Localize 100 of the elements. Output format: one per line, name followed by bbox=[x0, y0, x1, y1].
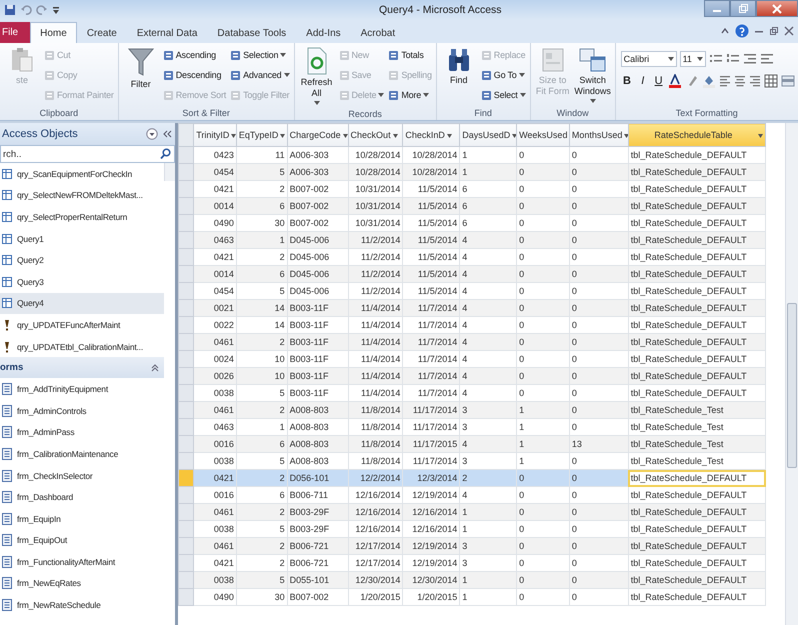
form-item[interactable]: frm_CheckInSelector bbox=[0, 464, 164, 486]
ribbon-button[interactable]: Go To bbox=[480, 66, 527, 84]
form-item[interactable]: frm_Dashboard bbox=[0, 486, 164, 508]
column-header[interactable]: ChargeCode bbox=[287, 124, 348, 146]
undo-icon[interactable] bbox=[20, 4, 32, 16]
row-selector[interactable] bbox=[178, 214, 194, 232]
query-item[interactable]: Query1 bbox=[0, 228, 164, 250]
gridlines-icon[interactable] bbox=[764, 74, 778, 88]
row-selector[interactable] bbox=[178, 248, 194, 266]
row-color-icon[interactable] bbox=[780, 74, 795, 88]
format-button[interactable]: U bbox=[652, 73, 665, 89]
minimize-ribbon-icon[interactable] bbox=[720, 26, 730, 36]
column-header[interactable]: MonthsUsed bbox=[569, 124, 628, 146]
ribbon-tab[interactable]: Home bbox=[30, 22, 77, 43]
row-selector[interactable] bbox=[178, 198, 194, 214]
row-selector[interactable] bbox=[178, 368, 194, 384]
row-selector[interactable] bbox=[178, 180, 194, 198]
row-selector[interactable] bbox=[178, 350, 194, 368]
save-icon[interactable] bbox=[4, 4, 16, 16]
column-header[interactable]: EqTypeID bbox=[236, 124, 288, 146]
ribbon-button[interactable]: Filter bbox=[122, 45, 160, 106]
section-header[interactable]: orms bbox=[0, 357, 164, 378]
ribbon-button[interactable]: Select bbox=[480, 86, 527, 104]
row-selector[interactable] bbox=[178, 452, 194, 470]
format-button[interactable]: B bbox=[620, 73, 634, 89]
ribbon-button[interactable]: More bbox=[387, 86, 433, 104]
row-selector[interactable] bbox=[178, 554, 194, 572]
row-selector[interactable] bbox=[178, 402, 194, 418]
customize-icon[interactable] bbox=[52, 4, 60, 16]
outdent-icon[interactable] bbox=[760, 53, 774, 65]
row-selector[interactable] bbox=[178, 538, 194, 554]
row-selector[interactable] bbox=[178, 232, 194, 248]
row-selector[interactable] bbox=[178, 588, 194, 606]
row-selector[interactable] bbox=[178, 334, 194, 350]
close-button[interactable] bbox=[756, 0, 798, 17]
row-selector[interactable] bbox=[178, 418, 194, 436]
query-item[interactable]: qry_SelectProperRentalReturn bbox=[0, 206, 164, 228]
fill-color-icon[interactable] bbox=[702, 74, 716, 88]
restore-icon[interactable] bbox=[769, 26, 779, 36]
ribbon-tab[interactable]: Create bbox=[76, 22, 127, 43]
query-item[interactable]: qry_UPDATEFuncAfterMaint bbox=[0, 314, 164, 336]
form-item[interactable]: frm_CalibrationMaintenance bbox=[0, 443, 164, 465]
form-item[interactable]: frm_EquipOut bbox=[0, 530, 164, 552]
align-left-icon[interactable] bbox=[718, 75, 731, 87]
ribbon-tab[interactable]: Database Tools bbox=[207, 22, 296, 43]
query-item[interactable]: qry_ScanEquipmentForCheckIn bbox=[0, 163, 164, 185]
indent-icon[interactable] bbox=[742, 53, 757, 65]
column-header[interactable]: TrinityID bbox=[194, 124, 236, 146]
scrollbar[interactable] bbox=[164, 163, 175, 181]
format-button[interactable]: I bbox=[636, 73, 650, 89]
form-item[interactable]: frm_AdminPass bbox=[0, 422, 164, 444]
scrollbar[interactable] bbox=[785, 123, 798, 625]
row-selector[interactable] bbox=[178, 486, 194, 504]
bullets-icon[interactable] bbox=[708, 53, 723, 65]
font-color-icon[interactable] bbox=[668, 74, 682, 88]
redo-icon[interactable] bbox=[36, 4, 48, 16]
row-selector[interactable] bbox=[178, 282, 194, 300]
font-size-dropdown[interactable]: 11 bbox=[680, 51, 706, 67]
row-selector[interactable] bbox=[178, 300, 194, 316]
restore-button[interactable] bbox=[730, 0, 756, 17]
column-header[interactable]: CheckInD bbox=[402, 124, 460, 146]
numbering-icon[interactable] bbox=[726, 53, 740, 65]
ribbon-button[interactable]: Ascending bbox=[162, 46, 228, 64]
row-selector[interactable] bbox=[178, 470, 194, 486]
file-tab[interactable]: File bbox=[0, 22, 30, 43]
form-item[interactable]: frm_FunctionalityAfterMaint bbox=[0, 551, 164, 573]
help-icon[interactable] bbox=[735, 24, 749, 38]
ribbon-button[interactable]: Refresh All bbox=[298, 45, 336, 107]
query-item[interactable]: Query2 bbox=[0, 249, 164, 271]
ribbon-button[interactable]: Totals bbox=[387, 46, 433, 64]
font-dropdown[interactable]: Calibri bbox=[620, 51, 677, 67]
row-selector[interactable] bbox=[178, 164, 194, 180]
align-center-icon[interactable] bbox=[734, 75, 746, 87]
form-item[interactable]: frm_NewEqRates bbox=[0, 572, 164, 594]
ribbon-tab[interactable]: Add-Ins bbox=[296, 22, 351, 43]
ribbon-button[interactable]: Advanced bbox=[229, 66, 290, 84]
ribbon-tab[interactable]: External Data bbox=[126, 22, 208, 43]
minimize-button[interactable] bbox=[704, 0, 730, 17]
column-header[interactable]: DaysUsedD bbox=[460, 124, 517, 146]
align-right-icon[interactable] bbox=[748, 75, 761, 87]
row-selector[interactable] bbox=[178, 146, 194, 164]
column-header[interactable]: RateScheduleTable bbox=[628, 124, 766, 146]
form-item[interactable]: frm_AdminControls bbox=[0, 400, 164, 422]
form-item[interactable]: frm_EquipIn bbox=[0, 508, 164, 530]
row-selector[interactable] bbox=[178, 520, 194, 538]
row-selector[interactable] bbox=[178, 384, 194, 402]
column-header[interactable]: WeeksUsed bbox=[516, 124, 570, 146]
row-selector[interactable] bbox=[178, 504, 194, 520]
query-item[interactable]: qry_UPDATEtbl_CalibrationMaint... bbox=[0, 336, 164, 358]
query-item[interactable]: qry_SelectNewFROMDeltekMast... bbox=[0, 184, 164, 206]
row-selector[interactable] bbox=[178, 572, 194, 588]
dropdown-icon[interactable] bbox=[146, 128, 158, 140]
close-icon[interactable] bbox=[784, 26, 794, 36]
search-field[interactable]: rch.. bbox=[0, 145, 175, 163]
ribbon-button[interactable]: Find bbox=[440, 45, 478, 106]
collapse-icon[interactable] bbox=[162, 129, 172, 139]
query-item[interactable]: Query4 bbox=[0, 292, 164, 314]
ribbon-button[interactable]: Switch Windows bbox=[574, 45, 612, 106]
ribbon-button[interactable]: Selection bbox=[229, 46, 290, 64]
row-selector[interactable] bbox=[178, 316, 194, 334]
